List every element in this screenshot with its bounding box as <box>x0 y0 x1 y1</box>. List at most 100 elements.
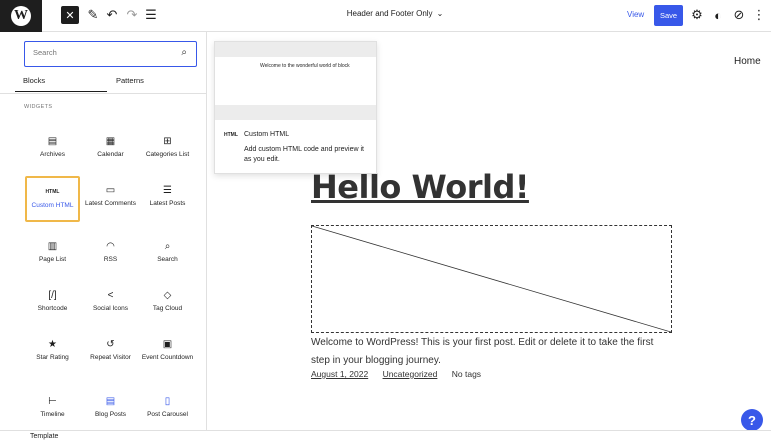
document-title-dropdown[interactable]: Header and Footer Only ⌄ <box>330 9 460 18</box>
preview-strip <box>215 42 376 57</box>
block-categories-list[interactable]: ⊞ Categories List <box>140 127 195 173</box>
block-label: Custom HTML <box>31 202 74 209</box>
block-archives[interactable]: ▤ Archives <box>25 127 80 173</box>
block-label: Page List <box>38 256 67 263</box>
shortcode-icon: [/] <box>48 289 57 301</box>
search-box: ⌕ <box>24 41 197 67</box>
list-view-icon: ☰ <box>145 7 157 22</box>
block-label: Archives <box>40 151 65 158</box>
block-star-rating[interactable]: ★ Star Rating <box>25 330 80 376</box>
block-search[interactable]: ⌕ Search <box>140 232 195 278</box>
more-vertical-icon: ⋮ <box>752 7 766 22</box>
close-inserter-button[interactable]: ✕ <box>61 6 79 24</box>
block-label: Star Rating <box>36 354 69 361</box>
calendar-icon: ▦ <box>105 135 116 147</box>
block-custom-html[interactable]: HTML Custom HTML <box>25 176 80 222</box>
inserter-tabs: Blocks Patterns <box>15 72 197 92</box>
search-icon[interactable]: ⌕ <box>181 47 187 58</box>
list-view-button[interactable]: ☰ <box>143 7 159 23</box>
placeholder-diagonal <box>312 226 671 332</box>
featured-image-placeholder[interactable] <box>311 225 672 333</box>
block-label: Categories List <box>145 151 190 158</box>
page-list-icon: ▥ <box>47 240 58 252</box>
posts-list-icon: ☰ <box>163 184 172 196</box>
block-page-list[interactable]: ▥ Page List <box>25 232 80 278</box>
block-label: Calendar <box>97 151 124 158</box>
block-preview-popover: Welcome to the wonderful world of block … <box>214 41 377 174</box>
block-repeat-visitor[interactable]: ↺ Repeat Visitor <box>83 330 138 376</box>
block-blog-posts[interactable]: ▤ Blog Posts <box>83 387 138 430</box>
styles-button[interactable]: ◐ <box>710 7 726 23</box>
block-calendar[interactable]: ▦ Calendar <box>83 127 138 173</box>
post-date-link[interactable]: August 1, 2022 <box>311 369 368 379</box>
chevron-down-icon: ⌄ <box>436 9 444 18</box>
undo-button[interactable]: ↶ <box>104 7 120 23</box>
close-icon: ✕ <box>65 9 75 22</box>
gear-icon: ⚙ <box>691 7 703 22</box>
redo-icon: ↷ <box>126 7 138 22</box>
tab-patterns[interactable]: Patterns <box>116 76 144 85</box>
active-tab-indicator <box>15 91 107 92</box>
view-button[interactable]: View <box>627 10 644 19</box>
search-icon: ⌕ <box>164 240 171 252</box>
preview-description: Add custom HTML code and preview it as y… <box>244 146 364 163</box>
tools-button[interactable]: ✎ <box>85 7 101 23</box>
block-label: Event Countdown <box>141 354 194 361</box>
post-category-link[interactable]: Uncategorized <box>383 369 438 379</box>
block-label: Latest Comments <box>85 200 136 207</box>
save-button[interactable]: Save <box>654 5 683 26</box>
post-excerpt[interactable]: Welcome to WordPress! This is your first… <box>311 334 671 370</box>
search-input[interactable] <box>33 48 173 57</box>
block-tag-cloud[interactable]: ◇ Tag Cloud <box>140 281 195 327</box>
block-label: Post Carousel <box>147 411 188 418</box>
block-rss[interactable]: ◠ RSS <box>83 232 138 278</box>
block-label: Social Icons <box>92 305 129 312</box>
tag-icon: ◇ <box>163 289 172 301</box>
block-timeline[interactable]: ⊢ Timeline <box>25 387 80 430</box>
block-label: Search <box>157 256 178 263</box>
history-icon: ↺ <box>106 338 115 350</box>
category-heading: WIDGETS <box>24 104 53 110</box>
post-tags: No tags <box>451 369 482 379</box>
block-inserter-panel: ⌕ Blocks Patterns WIDGETS ▤ Archives ▦ C… <box>0 32 207 430</box>
editor-toolbar: W ✕ ✎ ↶ ↷ ☰ Header and Footer Only ⌄ View… <box>0 0 771 32</box>
block-label: Repeat Visitor <box>90 354 131 361</box>
pencil-icon: ✎ <box>87 7 99 22</box>
preview-title: Custom HTML <box>244 131 290 138</box>
redo-button[interactable]: ↷ <box>124 7 140 23</box>
help-button[interactable]: ? <box>741 409 763 430</box>
star-icon: ★ <box>48 338 57 350</box>
tab-blocks[interactable]: Blocks <box>23 76 45 85</box>
options-button[interactable]: ⋮ <box>751 7 767 23</box>
contrast-icon: ◐ <box>714 7 722 23</box>
block-social-icons[interactable]: < Social Icons <box>83 281 138 327</box>
archives-icon: ▤ <box>47 135 58 147</box>
block-shortcode[interactable]: [/] Shortcode <box>25 281 80 327</box>
block-latest-posts[interactable]: ☰ Latest Posts <box>140 176 195 222</box>
carousel-icon: ▯ <box>164 395 171 407</box>
preview-sample-text: Welcome to the wonderful world of block <box>260 63 350 69</box>
post-meta: August 1, 2022 Uncategorized No tags <box>311 369 481 379</box>
html-icon: HTML <box>224 132 238 138</box>
blog-posts-icon: ▤ <box>105 395 116 407</box>
wordpress-logo-icon: W <box>11 6 31 26</box>
nav-link-home[interactable]: Home <box>734 56 761 67</box>
share-icon: < <box>107 289 114 301</box>
block-post-carousel[interactable]: ▯ Post Carousel <box>140 387 195 430</box>
undo-icon: ↶ <box>106 7 118 22</box>
help-icon: ? <box>748 412 756 428</box>
comment-icon: ▭ <box>105 184 116 196</box>
block-label: RSS <box>103 256 118 263</box>
block-latest-comments[interactable]: ▭ Latest Comments <box>83 176 138 222</box>
categories-icon: ⊞ <box>163 135 172 147</box>
preview-strip <box>215 105 376 120</box>
breadcrumb[interactable]: Template <box>30 433 58 440</box>
rss-icon: ◠ <box>106 240 115 252</box>
settings-button[interactable]: ⚙ <box>689 7 705 23</box>
block-label: Latest Posts <box>149 200 186 207</box>
timeline-icon: ⊢ <box>48 395 57 407</box>
block-event-countdown[interactable]: ▣ Event Countdown <box>140 330 195 376</box>
jetpack-button[interactable]: ⊘ <box>731 7 747 23</box>
document-title: Header and Footer Only <box>346 9 433 18</box>
wordpress-logo-button[interactable]: W <box>0 0 42 32</box>
